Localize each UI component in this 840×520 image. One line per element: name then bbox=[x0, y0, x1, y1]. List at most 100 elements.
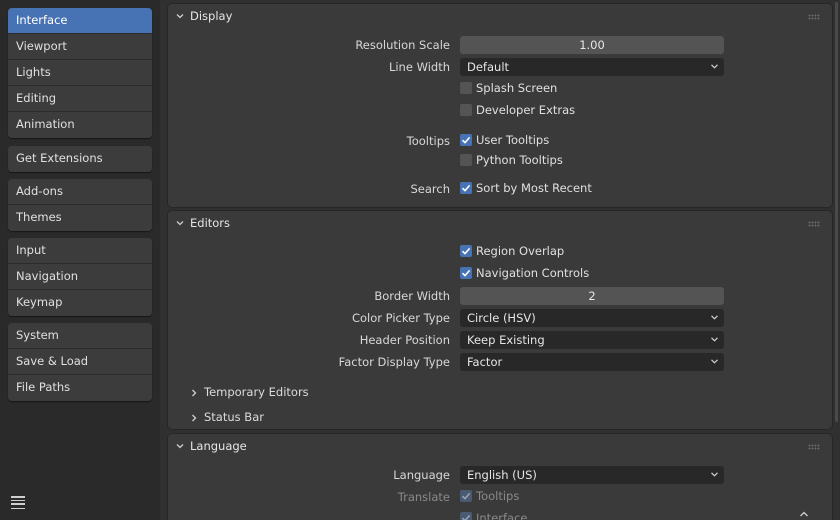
sidebar-item-save-load[interactable]: Save & Load bbox=[8, 349, 152, 375]
chevron-up-icon bbox=[800, 511, 808, 517]
factor-display-label: Factor Display Type bbox=[338, 355, 450, 369]
color-picker-row: Color Picker Type Circle (HSV) bbox=[168, 309, 832, 327]
sidebar-item-system[interactable]: System bbox=[8, 323, 152, 349]
nav-group-system: System Save & Load File Paths bbox=[8, 323, 152, 401]
language-select[interactable]: English (US) bbox=[460, 466, 724, 484]
sidebar-item-viewport[interactable]: Viewport bbox=[8, 34, 152, 60]
resolution-scale-label: Resolution Scale bbox=[355, 38, 450, 52]
color-picker-select[interactable]: Circle (HSV) bbox=[460, 309, 724, 327]
factor-display-row: Factor Display Type Factor bbox=[168, 353, 832, 371]
checkmark-icon bbox=[460, 245, 472, 257]
translate-interface-label: Interface bbox=[476, 511, 528, 520]
region-overlap-row: Region Overlap bbox=[168, 243, 832, 261]
sidebar-item-file-paths[interactable]: File Paths bbox=[8, 375, 152, 401]
sidebar-item-animation[interactable]: Animation bbox=[8, 112, 152, 138]
checkbox-unchecked-icon bbox=[460, 104, 472, 116]
sidebar-item-input[interactable]: Input bbox=[8, 238, 152, 264]
checkbox-unchecked-icon bbox=[460, 82, 472, 94]
resolution-scale-field[interactable]: 1.00 bbox=[460, 36, 724, 54]
chevron-down-icon bbox=[176, 221, 184, 226]
language-row: Language English (US) bbox=[168, 466, 832, 484]
user-tooltips-label: User Tooltips bbox=[476, 133, 550, 147]
developer-extras-label: Developer Extras bbox=[476, 103, 576, 117]
display-panel-header[interactable]: Display bbox=[168, 4, 832, 28]
sidebar-item-get-extensions[interactable]: Get Extensions bbox=[8, 146, 152, 172]
language-value: English (US) bbox=[467, 468, 537, 482]
nav-group-extensions: Get Extensions bbox=[8, 146, 152, 172]
panel-title: Language bbox=[190, 439, 247, 453]
navigation-controls-label: Navigation Controls bbox=[476, 266, 590, 280]
preferences-content: Display Resolution Scale 1.00 Line Width… bbox=[160, 0, 840, 520]
translate-tooltips-label: Tooltips bbox=[476, 489, 520, 503]
panel-title: Display bbox=[190, 9, 233, 23]
translate-tooltips-row: Translate Tooltips bbox=[168, 488, 832, 506]
resolution-scale-row: Resolution Scale 1.00 bbox=[168, 36, 832, 54]
splash-screen-label: Splash Screen bbox=[476, 81, 558, 95]
color-picker-label: Color Picker Type bbox=[351, 311, 450, 325]
drag-grip-icon[interactable] bbox=[808, 444, 820, 450]
factor-display-select[interactable]: Factor bbox=[460, 353, 724, 371]
display-panel: Display Resolution Scale 1.00 Line Width… bbox=[168, 4, 832, 207]
panel-title: Editors bbox=[190, 216, 231, 230]
drag-grip-icon[interactable] bbox=[808, 221, 820, 227]
nav-group-input: Input Navigation Keymap bbox=[8, 238, 152, 316]
sidebar-item-editing[interactable]: Editing bbox=[8, 86, 152, 112]
checkmark-icon bbox=[460, 490, 472, 502]
language-panel-header[interactable]: Language bbox=[168, 434, 832, 458]
language-panel: Language Language English (US) Translate… bbox=[168, 434, 832, 520]
header-position-label: Header Position bbox=[359, 333, 450, 347]
border-width-label: Border Width bbox=[374, 289, 450, 303]
header-position-value: Keep Existing bbox=[467, 333, 545, 347]
sort-recent-label: Sort by Most Recent bbox=[476, 181, 592, 195]
sidebar-item-add-ons[interactable]: Add-ons bbox=[8, 179, 152, 205]
line-width-label: Line Width bbox=[388, 60, 450, 74]
chevron-down-icon bbox=[176, 14, 184, 19]
chevron-down-icon bbox=[711, 64, 718, 69]
chevron-down-icon bbox=[711, 472, 718, 477]
border-width-field[interactable]: 2 bbox=[460, 287, 724, 305]
user-tooltips-row: Tooltips User Tooltips bbox=[168, 132, 832, 150]
sidebar-item-keymap[interactable]: Keymap bbox=[8, 290, 152, 316]
header-position-select[interactable]: Keep Existing bbox=[460, 331, 724, 349]
temporary-editors-label: Temporary Editors bbox=[204, 385, 309, 399]
translate-label: Translate bbox=[397, 490, 450, 504]
scroll-up-button[interactable] bbox=[796, 508, 812, 520]
header-position-row: Header Position Keep Existing bbox=[168, 331, 832, 349]
checkmark-icon bbox=[460, 134, 472, 146]
nav-group-addons: Add-ons Themes bbox=[8, 179, 152, 231]
chevron-down-icon bbox=[711, 315, 718, 320]
python-tooltips-label: Python Tooltips bbox=[476, 153, 563, 167]
sidebar-item-navigation[interactable]: Navigation bbox=[8, 264, 152, 290]
checkmark-icon bbox=[460, 267, 472, 279]
sidebar-item-themes[interactable]: Themes bbox=[8, 205, 152, 231]
nav-group-general: Interface Viewport Lights Editing Animat… bbox=[8, 8, 152, 138]
sidebar-item-interface[interactable]: Interface bbox=[8, 8, 152, 34]
chevron-down-icon bbox=[711, 337, 718, 342]
border-width-row: Border Width 2 bbox=[168, 287, 832, 305]
checkmark-icon bbox=[460, 182, 472, 194]
content-scrollbar[interactable] bbox=[835, 2, 838, 422]
checkbox-unchecked-icon bbox=[460, 154, 472, 166]
line-width-select[interactable]: Default bbox=[460, 58, 724, 76]
preferences-sidebar: Interface Viewport Lights Editing Animat… bbox=[0, 0, 160, 520]
chevron-down-icon bbox=[176, 444, 184, 449]
developer-extras-row: Developer Extras bbox=[168, 102, 832, 120]
factor-display-value: Factor bbox=[467, 355, 503, 369]
drag-grip-icon[interactable] bbox=[808, 14, 820, 20]
sidebar-item-lights[interactable]: Lights bbox=[8, 60, 152, 86]
editors-panel-header[interactable]: Editors bbox=[168, 211, 832, 235]
chevron-right-icon bbox=[192, 414, 197, 422]
splash-screen-row: Splash Screen bbox=[168, 80, 832, 98]
color-picker-value: Circle (HSV) bbox=[467, 311, 536, 325]
language-label: Language bbox=[393, 468, 450, 482]
chevron-right-icon bbox=[192, 389, 197, 397]
status-bar-label: Status Bar bbox=[204, 410, 264, 424]
navigation-controls-row: Navigation Controls bbox=[168, 265, 832, 283]
editors-panel: Editors Region Overlap Navigation Contro… bbox=[168, 211, 832, 429]
tooltips-label: Tooltips bbox=[406, 134, 450, 148]
search-row: Search Sort by Most Recent bbox=[168, 180, 832, 198]
line-width-row: Line Width Default bbox=[168, 58, 832, 76]
hamburger-menu-icon[interactable] bbox=[10, 494, 26, 509]
translate-interface-row: Interface bbox=[168, 510, 832, 520]
python-tooltips-row: Python Tooltips bbox=[168, 152, 832, 170]
